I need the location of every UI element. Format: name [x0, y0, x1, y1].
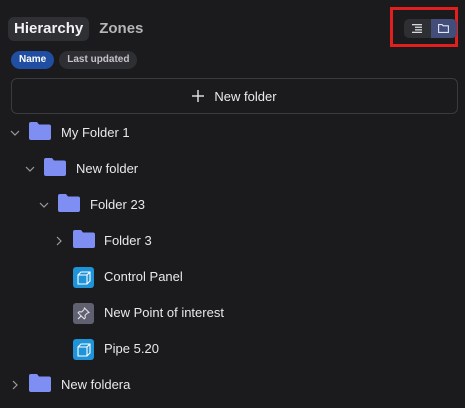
tree-item-label: Folder 23: [90, 197, 145, 212]
tree-item-folder-3[interactable]: Folder 3: [0, 226, 465, 256]
cube-icon: [73, 267, 94, 288]
plus-icon: [192, 90, 205, 102]
chevron-down-icon[interactable]: [37, 198, 51, 212]
tree-item-control-panel[interactable]: Control Panel: [0, 262, 465, 292]
new-folder-button-label: New folder: [214, 88, 277, 104]
sort-last-updated-pill[interactable]: Last updated: [59, 51, 138, 69]
chevron-right-icon[interactable]: [52, 234, 66, 248]
chevron-down-icon[interactable]: [23, 162, 37, 176]
list-icon: [412, 24, 423, 33]
folder-icon: [73, 230, 95, 248]
folder-icon: [29, 122, 51, 140]
tree-item-label: New folder: [76, 161, 139, 176]
folder-icon: [44, 158, 66, 176]
tree-item-my-folder-1[interactable]: My Folder 1: [0, 118, 465, 148]
tree-item-folder-23[interactable]: Folder 23: [0, 190, 465, 220]
tab-zones[interactable]: Zones: [93, 17, 149, 41]
tree-item-label: New Point of interest: [104, 305, 224, 320]
sort-options: Name Last updated: [11, 51, 138, 69]
folder-icon: [58, 194, 80, 212]
tree-item-new-folder[interactable]: New folder: [0, 154, 465, 184]
chevron-down-icon[interactable]: [8, 126, 22, 140]
tree-item-label: Pipe 5.20: [104, 341, 159, 356]
new-folder-button[interactable]: New folder: [11, 78, 458, 114]
chevron-right-icon[interactable]: [8, 378, 22, 392]
tree-item-new-foldera[interactable]: New foldera: [0, 370, 465, 400]
tree-item-label: My Folder 1: [61, 125, 130, 140]
tab-hierarchy[interactable]: Hierarchy: [8, 17, 90, 41]
tree-item-label: Folder 3: [104, 233, 152, 248]
cube-icon: [73, 339, 94, 360]
tree-item-new-point-of-interest[interactable]: New Point of interest: [0, 298, 465, 328]
tree-item-label: New foldera: [61, 377, 131, 392]
sort-name-pill[interactable]: Name: [11, 51, 55, 69]
tree-item-pipe-5-20[interactable]: Pipe 5.20: [0, 334, 465, 364]
hierarchy-panel: Hierarchy Zones Name Last updated New fo…: [0, 0, 465, 408]
pin-icon: [73, 303, 94, 324]
tab-bar: Hierarchy Zones: [8, 17, 149, 41]
folder-icon: [29, 374, 51, 392]
view-toggle: [404, 19, 457, 38]
tree-item-label: Control Panel: [104, 269, 183, 284]
folder-icon: [438, 24, 450, 33]
list-view-button[interactable]: [404, 19, 431, 38]
folder-view-button[interactable]: [430, 19, 457, 38]
